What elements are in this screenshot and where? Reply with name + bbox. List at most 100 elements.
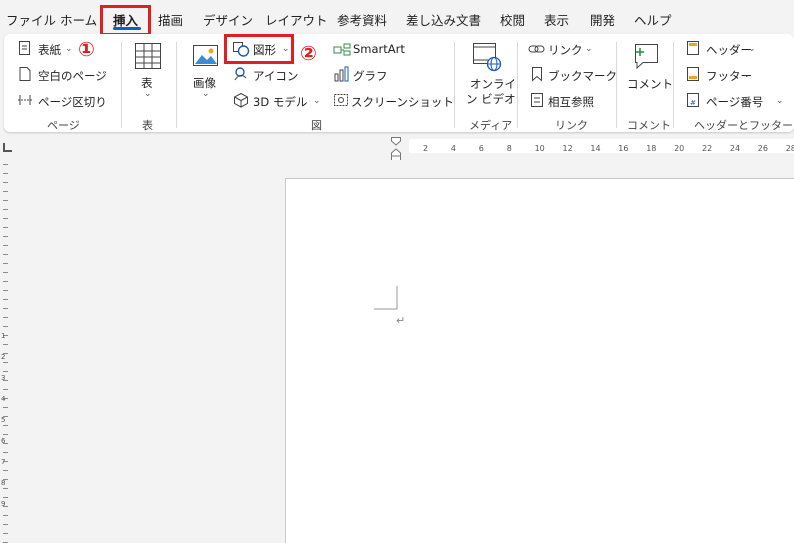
ruler-tick [3, 245, 8, 246]
tab-file[interactable]: ファイル [6, 10, 56, 29]
3d-models-dropdown-icon[interactable]: ⌄ [313, 96, 321, 106]
link-button[interactable]: リンク [548, 42, 583, 58]
group-label-tables: 表 [142, 119, 153, 132]
indent-marker-icon[interactable] [390, 136, 402, 162]
blank-page-button[interactable]: 空白のページ [38, 68, 107, 84]
ruler-tick [3, 164, 8, 165]
smartart-button[interactable]: SmartArt [353, 42, 405, 56]
ruler-tick [3, 182, 8, 183]
ruler-tick-label: 4 [1, 395, 6, 403]
ruler-tick-label: 3 [1, 374, 6, 382]
online-video-label-2[interactable]: ン ビデオ [466, 91, 516, 107]
chart-icon [334, 66, 349, 82]
header-button[interactable]: ヘッダー [706, 42, 752, 58]
tab-draw[interactable]: 描画 [158, 10, 183, 29]
cross-reference-button[interactable]: 相互参照 [548, 94, 594, 110]
cross-reference-icon [531, 93, 543, 107]
ruler-tick [3, 497, 8, 498]
tab-selector-icon[interactable] [3, 143, 12, 152]
link-icon [528, 45, 545, 53]
ruler-tick [3, 470, 8, 471]
tab-home[interactable]: ホーム [60, 10, 97, 29]
group-label-pages: ページ [47, 119, 80, 132]
group-label-illustrations: 図 [311, 119, 322, 132]
ruler-tick-label: 8 [1, 479, 6, 487]
ruler-tick-label: 2 [423, 144, 429, 153]
tab-review[interactable]: 校閲 [500, 10, 525, 29]
screenshot-dropdown-icon[interactable]: ⌄ [431, 96, 439, 106]
tab-view[interactable]: 表示 [544, 10, 569, 29]
ruler-tick [3, 344, 8, 345]
ruler-tick [3, 281, 8, 282]
new-comment-button[interactable]: コメント [627, 76, 673, 92]
blank-page-icon [19, 67, 31, 81]
ruler-tick-label: 1 [1, 332, 6, 340]
ruler-tick-label: 8 [506, 144, 512, 153]
pictures-dropdown-icon[interactable]: ⌄ [202, 89, 210, 99]
ruler-tick-label: 24 [729, 144, 741, 153]
vertical-ruler[interactable]: 1 2 3 4 5 6 7 8 9 [0, 160, 18, 543]
step-1-marker: ① [78, 37, 95, 61]
tab-references[interactable]: 参考資料 [337, 10, 387, 29]
bookmark-icon [532, 67, 542, 82]
ruler-tick [3, 236, 8, 237]
highlight-shapes-button [224, 34, 294, 64]
document-page[interactable] [285, 178, 794, 543]
header-dropdown-icon[interactable]: ⌄ [748, 44, 756, 54]
chart-button[interactable]: グラフ [353, 68, 388, 84]
page-number-dropdown-icon[interactable]: ⌄ [776, 96, 784, 106]
margin-crop-mark [374, 286, 398, 310]
table-dropdown-icon[interactable]: ⌄ [144, 89, 152, 99]
tab-mailings[interactable]: 差し込み文書 [406, 10, 481, 29]
3d-models-button[interactable]: 3D モデル [253, 94, 307, 110]
ruler-tick [3, 389, 8, 390]
tab-developer[interactable]: 開発 [590, 10, 615, 29]
ruler-tick [3, 263, 8, 264]
tab-design[interactable]: デザイン [203, 10, 253, 29]
page-break-button[interactable]: ページ区切り [38, 94, 107, 110]
group-label-header-footer: ヘッダーとフッター [694, 119, 793, 132]
ruler-tick [3, 209, 8, 210]
cover-page-icon [19, 41, 30, 55]
ruler-tick-label: 22 [702, 144, 713, 153]
ruler-tick [3, 533, 8, 534]
ruler-tick-label: 14 [590, 144, 601, 153]
horizontal-ruler[interactable]: 2 4 6 8 10 12 14 16 18 20 22 24 26 28 [22, 136, 794, 158]
online-video-label-1[interactable]: オンライ [470, 76, 516, 92]
cover-page-button[interactable]: 表紙 [38, 42, 61, 58]
group-separator [121, 42, 122, 128]
ruler-tick [3, 200, 8, 201]
group-separator [176, 42, 177, 128]
ruler-tick [3, 407, 8, 408]
page-number-button[interactable]: ページ番号 [706, 94, 763, 110]
paragraph-mark: ↵ [396, 314, 406, 327]
ruler-tick [3, 425, 8, 426]
page-number-icon: # [687, 93, 699, 107]
ruler-tick [3, 515, 8, 516]
ruler-tick-label: 5 [1, 416, 6, 424]
ruler-tick-label: 16 [618, 144, 629, 153]
ruler-tick [3, 524, 8, 525]
icons-icon [234, 67, 247, 81]
footer-icon [687, 67, 699, 81]
ruler-tick [3, 317, 8, 318]
tab-layout[interactable]: レイアウト [265, 10, 328, 29]
smartart-icon [333, 43, 351, 56]
ruler-tick [3, 488, 8, 489]
bookmark-button[interactable]: ブックマーク [548, 68, 617, 84]
ruler-tick [3, 326, 8, 327]
ruler-tick-label: 20 [674, 144, 685, 153]
tab-help[interactable]: ヘルプ [634, 10, 672, 29]
link-dropdown-icon[interactable]: ⌄ [585, 44, 593, 54]
footer-dropdown-icon[interactable]: ⌄ [743, 70, 751, 80]
ruler-tick [3, 218, 8, 219]
ruler-tick-label: 6 [1, 437, 6, 445]
cover-page-dropdown-icon[interactable]: ⌄ [65, 44, 73, 54]
group-label-links: リンク [555, 119, 588, 132]
ruler-tick-label: 18 [646, 144, 657, 153]
icons-button[interactable]: アイコン [253, 68, 298, 84]
ruler-tick [3, 308, 8, 309]
header-icon [687, 41, 699, 55]
ruler-tick-label: 10 [534, 144, 545, 153]
ruler-tick-label: 4 [450, 144, 456, 153]
